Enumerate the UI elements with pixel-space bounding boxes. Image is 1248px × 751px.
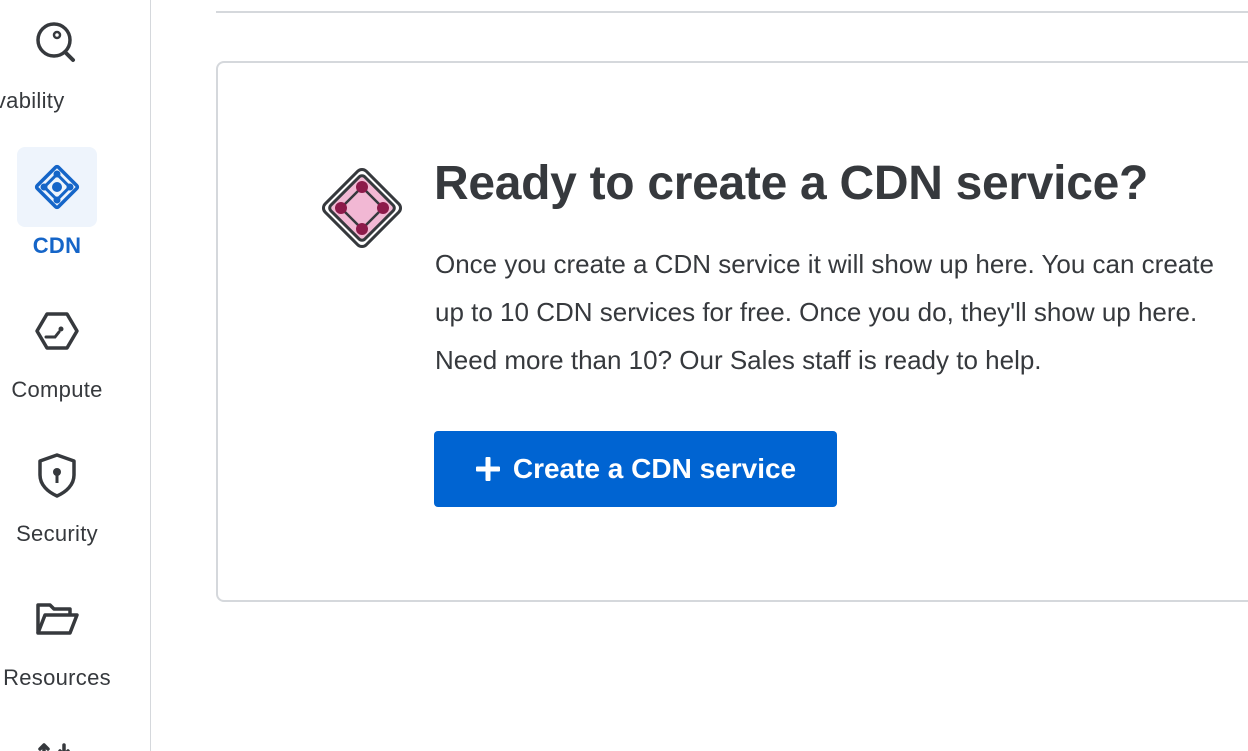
sidebar-item-observability[interactable]: Observability bbox=[0, 0, 114, 130]
sidebar-item-transfer[interactable] bbox=[0, 723, 114, 751]
create-cdn-service-button[interactable]: Create a CDN service bbox=[434, 431, 837, 507]
empty-state-description: Once you create a CDN service it will sh… bbox=[435, 249, 1214, 375]
app-frame: Observability CDN bbox=[0, 0, 1248, 751]
observability-icon bbox=[17, 0, 97, 84]
resources-icon bbox=[17, 579, 97, 659]
cdn-icon bbox=[17, 147, 97, 227]
sidebar-item-label: Compute bbox=[11, 377, 103, 402]
sidebar-item-label: Observability bbox=[0, 88, 65, 113]
sidebar-nav: Observability CDN bbox=[0, 0, 151, 751]
create-cdn-service-label: Create a CDN service bbox=[512, 453, 797, 484]
plus-icon bbox=[475, 456, 501, 482]
security-icon bbox=[17, 435, 97, 515]
compute-icon bbox=[17, 291, 97, 371]
sidebar-item-security[interactable]: Security bbox=[0, 435, 114, 555]
empty-state-heading: Ready to create a CDN service? bbox=[434, 157, 1149, 210]
sidebar-item-label: CDN bbox=[32, 233, 82, 258]
cdn-service-icon bbox=[316, 162, 408, 254]
header-divider bbox=[216, 11, 1248, 13]
transfer-icon bbox=[17, 723, 97, 751]
sidebar-item-label: Security bbox=[16, 521, 98, 546]
sidebar-item-label: Resources bbox=[3, 665, 111, 690]
sidebar-item-cdn[interactable]: CDN bbox=[0, 147, 114, 267]
sidebar-item-resources[interactable]: Resources bbox=[0, 579, 114, 699]
sidebar-item-compute[interactable]: Compute bbox=[0, 291, 114, 411]
